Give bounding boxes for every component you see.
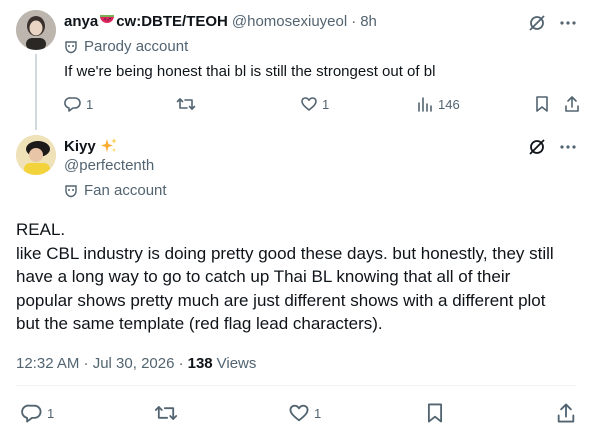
repost-button[interactable] [154, 402, 178, 424]
share-button[interactable] [555, 402, 577, 424]
author-row: anya cw:DBTE/TEOH @homosexiuyeol · 8h [64, 13, 377, 30]
top-actions [528, 138, 576, 156]
repost-icon [176, 95, 196, 113]
mask-icon [64, 40, 78, 54]
reply-count: 1 [47, 405, 55, 421]
repost-button[interactable] [176, 95, 196, 113]
thread-line [35, 54, 37, 130]
like-button[interactable]: 1 [288, 402, 321, 424]
account-label[interactable]: Parody account [64, 38, 188, 55]
display-name[interactable]: Kiyy [64, 138, 96, 155]
views-count: 138 [187, 355, 213, 372]
reply-icon [64, 95, 82, 113]
tweet-line: have a long way to go to catch up Thai B… [16, 267, 511, 286]
tweet-line: like CBL industry is doing pretty good t… [16, 243, 554, 263]
handle[interactable]: @homosexiuyeol [232, 13, 347, 30]
bookmark-icon [533, 95, 551, 113]
repost-icon [154, 402, 178, 424]
timestamp[interactable]: 8h [360, 13, 377, 30]
like-button[interactable]: 1 [300, 95, 329, 113]
views-label: Views [216, 355, 257, 372]
bookmark-button[interactable] [424, 402, 446, 424]
reply-button[interactable]: 1 [21, 402, 54, 424]
tweet-meta: 12:32 AM · Jul 30, 2026 · 138 Views [16, 355, 256, 372]
tweet-line: popular shows pretty much are just diffe… [16, 290, 546, 310]
like-count: 1 [314, 405, 322, 421]
sparkle-emoji [100, 137, 118, 155]
reply-count: 1 [86, 96, 94, 112]
tweet-line: but the same template (red flag lead cha… [16, 314, 383, 333]
more-icon[interactable] [560, 21, 576, 25]
label-text: Parody account [84, 38, 189, 55]
main-tweet: Kiyy @perfectenth Fan account REAL. like… [0, 122, 592, 440]
watermelon-emoji [99, 14, 115, 29]
more-icon[interactable] [560, 145, 576, 149]
like-count: 1 [322, 96, 330, 112]
share-icon [555, 402, 577, 424]
grok-icon[interactable] [528, 14, 546, 32]
separator-dot: · [351, 13, 357, 30]
views-count: 146 [438, 96, 460, 112]
top-actions [528, 14, 576, 32]
action-bar: 1 1 [64, 95, 584, 115]
share-button[interactable] [563, 95, 581, 113]
timestamp[interactable]: 12:32 AM · Jul 30, 2026 · [16, 355, 184, 372]
like-icon [300, 95, 318, 113]
mask-icon [64, 184, 78, 198]
author-block: Kiyy @perfectenth [64, 137, 154, 175]
display-name-suffix[interactable]: cw:DBTE/TEOH [116, 13, 228, 30]
like-icon [288, 402, 310, 424]
bookmark-button[interactable] [533, 95, 551, 113]
reply-tweet[interactable]: anya cw:DBTE/TEOH @homosexiuyeol · 8h Pa… [0, 0, 592, 130]
tweet-line: REAL. [16, 220, 66, 239]
avatar[interactable] [16, 10, 56, 50]
views-icon [416, 95, 434, 113]
reply-icon [21, 402, 43, 424]
divider [16, 385, 576, 386]
display-name[interactable]: anya [64, 13, 98, 30]
tweet-text: If we're being honest thai bl is still t… [64, 63, 436, 80]
avatar[interactable] [16, 135, 56, 175]
account-label[interactable]: Fan account [64, 182, 167, 199]
bookmark-icon [424, 402, 446, 424]
reply-button[interactable]: 1 [64, 95, 93, 113]
grok-icon[interactable] [528, 138, 546, 156]
handle[interactable]: @perfectenth [64, 157, 154, 174]
views-button[interactable]: 146 [416, 95, 460, 113]
tweet-text: REAL. like CBL industry is doing pretty … [16, 218, 582, 336]
share-icon [563, 95, 581, 113]
label-text: Fan account [84, 182, 167, 199]
action-bar: 1 1 [0, 402, 592, 426]
